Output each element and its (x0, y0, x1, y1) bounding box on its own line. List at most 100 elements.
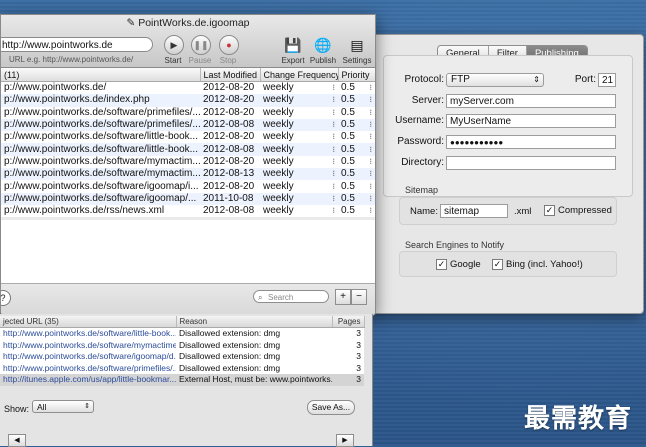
column-priority[interactable]: Priority (338, 68, 375, 82)
stepper-icon[interactable]: ⁝ (369, 107, 372, 119)
rejected-row[interactable]: http://www.pointworks.de/software/igooma… (0, 351, 364, 363)
google-checkbox[interactable]: ✓ Google (436, 259, 481, 270)
rejected-row[interactable]: http://itunes.apple.com/us/app/little-bo… (0, 374, 364, 386)
column-url[interactable]: (11) (1, 68, 201, 82)
column-rejected-url[interactable]: jected URL (35) (0, 316, 177, 328)
table-row[interactable]: p://www.pointworks.de/software/mymactim.… (1, 168, 375, 181)
stepper-icon[interactable]: ⁝ (332, 193, 335, 205)
table-row[interactable]: p://www.pointworks.de/software/mymactim.… (1, 155, 375, 169)
stepper-icon[interactable]: ⁝ (369, 205, 372, 217)
settings-label: Settings (342, 56, 372, 65)
url-table-header: (11) Last Modified Change Frequency Prio… (1, 68, 375, 82)
priority-cell: 0.5 ⁝ (338, 131, 375, 144)
rejected-row[interactable]: http://www.pointworks.de/software/mymact… (0, 339, 364, 351)
column-last-modified[interactable]: Last Modified (200, 68, 261, 82)
column-change-frequency[interactable]: Change Frequency (260, 68, 339, 82)
url-input[interactable]: http://www.pointworks.de (1, 37, 153, 52)
show-select[interactable]: All ⇕ (32, 400, 94, 413)
sitemap-name-field[interactable]: sitemap (440, 204, 508, 218)
stepper-icon[interactable]: ⁝ (369, 181, 372, 193)
arrow-left-icon: ◀ (14, 437, 20, 444)
server-field[interactable]: myServer.com (446, 94, 616, 108)
last-modified-cell-text: 2012-08-13 (203, 168, 255, 180)
url-list-empty-area (1, 220, 375, 283)
stepper-icon[interactable]: ⁝ (369, 156, 372, 168)
stepper-icon[interactable]: ⁝ (369, 82, 372, 94)
pause-icon: ❚❚ (193, 40, 209, 50)
stepper-icon[interactable]: ⁝ (332, 144, 335, 156)
priority-cell-text: 0.5 (341, 131, 355, 143)
stepper-icon[interactable]: ⁝ (332, 168, 335, 180)
stepper-icon[interactable]: ⁝ (332, 181, 335, 193)
search-input[interactable]: ⌕ Search (253, 290, 329, 303)
priority-cell: 0.5 ⁝ (338, 168, 375, 181)
table-row[interactable]: p://www.pointworks.de/software/primefile… (1, 118, 375, 132)
help-button[interactable]: ? (1, 290, 11, 306)
next-button[interactable]: ▶ (336, 434, 354, 447)
stop-button[interactable]: ● (219, 35, 239, 55)
rejected-row[interactable]: http://www.pointworks.de/software/primef… (0, 362, 364, 374)
pause-button[interactable]: ❚❚ (191, 35, 211, 55)
sitemap-group: Name: sitemap .xml ✓ Compressed (399, 197, 617, 225)
directory-field[interactable] (446, 156, 616, 170)
url-cell: p://www.pointworks.de/ (1, 81, 200, 95)
rejected-url-cell: http://www.pointworks.de/software/little… (0, 327, 176, 340)
stepper-icon[interactable]: ⁝ (332, 94, 335, 106)
change-frequency-cell: weekly ⁝ (260, 143, 338, 156)
table-row[interactable]: p://www.pointworks.de/2012-08-20 weekly ⁝ 0… (1, 81, 375, 95)
url-cell-text: p://www.pointworks.de/software/little-bo… (4, 143, 198, 155)
export-button[interactable]: 💾 (283, 35, 303, 55)
compressed-checkbox[interactable]: ✓ Compressed (544, 205, 612, 216)
stepper-icon[interactable]: ⁝ (369, 193, 372, 205)
last-modified-cell: 2012-08-08 (200, 143, 260, 156)
stepper-icon[interactable]: ⁝ (369, 131, 372, 143)
table-row[interactable]: p://www.pointworks.de/software/little-bo… (1, 143, 375, 156)
port-field[interactable]: 21 (598, 73, 616, 87)
stepper-icon[interactable]: ⁝ (332, 131, 335, 143)
url-cell-text: p://www.pointworks.de/software/primefile… (4, 119, 200, 131)
rejected-table-header: jected URL (35) Reason Pages (0, 316, 365, 328)
stepper-icon[interactable]: ⁝ (332, 119, 335, 131)
xml-extension-label: .xml (514, 206, 532, 217)
rejected-row[interactable]: http://www.pointworks.de/software/little… (0, 327, 364, 340)
remove-button[interactable]: − (351, 289, 367, 305)
protocol-select[interactable]: FTP ⇕ (446, 73, 544, 87)
table-row[interactable]: p://www.pointworks.de/software/igoomap/.… (1, 192, 375, 205)
url-cell-text: p://www.pointworks.de/software/mymactim.… (4, 168, 200, 180)
stepper-icon[interactable]: ⁝ (332, 107, 335, 119)
table-row[interactable]: p://www.pointworks.de/index.php 2012-08-2… (1, 94, 375, 107)
stepper-icon[interactable]: ⁝ (369, 144, 372, 156)
table-row[interactable]: p://www.pointworks.de/software/primefile… (1, 106, 375, 119)
last-modified-cell-text: 2012-08-20 (203, 155, 255, 167)
reason-cell: Disallowed extension: dmg (176, 339, 332, 351)
column-pages[interactable]: Pages (332, 316, 365, 328)
stepper-icon[interactable]: ⁝ (369, 168, 372, 180)
column-reason[interactable]: Reason (176, 316, 333, 328)
bing-checkbox[interactable]: ✓ Bing (incl. Yahoo!) (492, 259, 583, 270)
stepper-icon[interactable]: ⁝ (332, 82, 335, 94)
table-row[interactable]: p://www.pointworks.de/software/igoomap/i… (1, 180, 375, 193)
start-button[interactable]: ▶ (164, 35, 184, 55)
stepper-icon[interactable]: ⁝ (332, 205, 335, 217)
username-field[interactable]: MyUserName (446, 114, 616, 128)
publish-button[interactable]: 🌐 (313, 35, 333, 55)
reason-cell: Disallowed extension: dmg (176, 327, 332, 340)
rejected-url-cell: http://www.pointworks.de/software/mymact… (0, 339, 176, 351)
save-as-button[interactable]: Save As... (307, 400, 355, 415)
stop-icon: ● (226, 40, 232, 50)
pages-cell: 3 (332, 362, 364, 374)
table-row[interactable]: p://www.pointworks.de/rss/news.xml 2012-0… (1, 204, 375, 218)
last-modified-cell-text: 2012-08-20 (203, 94, 255, 106)
globe-icon: 🌐 (314, 37, 332, 53)
password-field[interactable]: ●●●●●●●●●●● (446, 135, 616, 149)
table-row[interactable]: p://www.pointworks.de/software/little-bo… (1, 131, 375, 144)
stepper-icon[interactable]: ⁝ (369, 94, 372, 106)
stepper-icon[interactable]: ⁝ (369, 119, 372, 131)
settings-button[interactable]: ▤ (347, 35, 367, 55)
add-button[interactable]: + (335, 289, 351, 305)
checkmark-icon: ✓ (492, 259, 503, 270)
stepper-icon[interactable]: ⁝ (332, 156, 335, 168)
change-frequency-cell-text: weekly (263, 106, 294, 118)
previous-button[interactable]: ◀ (8, 434, 26, 447)
publishing-pane: Protocol: FTP ⇕ Port: 21 Server: myServe… (383, 55, 633, 197)
